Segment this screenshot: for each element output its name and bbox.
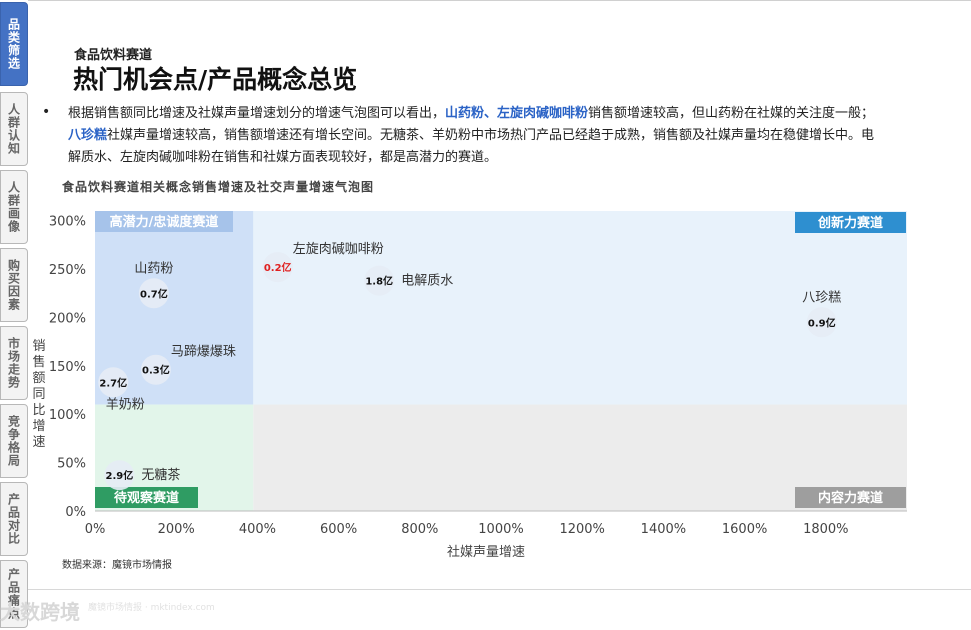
- x-tick-label: 600%: [320, 522, 357, 537]
- bubble-name-label: 八珍糕: [802, 290, 841, 305]
- para-text: 社媒声量增速较高，销售额增速还有增长空间。无糖茶、羊奶粉中市场热门产品已经趋于成…: [107, 128, 875, 143]
- y-axis-label: 销售额同比增速: [32, 339, 45, 450]
- bubble: [104, 460, 135, 491]
- data-source: 数据来源：魔镜市场情报: [62, 560, 172, 571]
- bubble-name-label: 左旋肉碱咖啡粉: [293, 242, 384, 257]
- bubble-value-label: 2.9亿: [106, 469, 134, 482]
- bubble-value-label: 0.9亿: [808, 316, 836, 329]
- footer-divider: [28, 589, 971, 590]
- x-tick-label: 1200%: [559, 522, 604, 537]
- y-tick-label: 300%: [49, 215, 86, 230]
- quadrant-bottom-right: [253, 404, 908, 511]
- x-tick-label: 200%: [158, 522, 195, 537]
- para-highlight: 山药粉、左旋肉碱咖啡粉: [445, 106, 589, 121]
- bubble: [138, 278, 169, 309]
- para-text: 销售额增速较高，但山药粉在社媒的关注度一般；: [588, 106, 875, 121]
- bubble-name-label: 马蹄爆爆珠: [171, 344, 236, 360]
- side-tab-6[interactable]: 竞争格局: [0, 404, 28, 478]
- bubble-value-label: 2.7亿: [99, 376, 127, 389]
- bubble-name-label: 无糖茶: [141, 467, 180, 483]
- watermark-logo: 大数跨境: [0, 600, 80, 624]
- quadrant-label-top-right: 创新力赛道: [817, 215, 883, 231]
- quadrant-label-bottom-right: 内容力赛道: [818, 490, 883, 506]
- para-text: 解质水、左旋肉碱咖啡粉在销售和社媒方面表现较好，都是高潜力的赛道。: [68, 150, 498, 165]
- frame-top-line: [28, 0, 971, 1]
- quadrant-bottom-left: [95, 404, 254, 511]
- bubble-name-label: 羊奶粉: [106, 396, 145, 412]
- bubble-name-label: 山药粉: [134, 261, 173, 276]
- bubble: [98, 367, 129, 398]
- watermark-text: 魔镜市场情报 · mktindex.com: [88, 603, 215, 613]
- quadrant-top-right: [253, 211, 908, 405]
- para-text: 根据销售额同比增速及社媒声量增速划分的增速气泡图可以看出，: [68, 106, 446, 121]
- quadrant-label-bottom-left-bg: [95, 487, 198, 508]
- y-tick-label: 250%: [49, 263, 86, 278]
- side-tab-2[interactable]: 人群认知: [0, 92, 28, 166]
- y-tick-label: 0%: [65, 505, 86, 520]
- bubble-value-label: 0.2亿: [264, 261, 292, 274]
- bubble: [806, 307, 837, 338]
- bubble-value-label: 1.8亿: [365, 275, 393, 288]
- y-tick-label: 200%: [49, 311, 86, 326]
- quadrant-label-top-left-bg: [95, 211, 233, 232]
- x-tick-label: 800%: [401, 522, 438, 537]
- quadrant-label-top-left: 高潜力/忠诚度赛道: [110, 214, 219, 230]
- bubble: [140, 354, 171, 385]
- side-tab-3[interactable]: 人群画像: [0, 170, 28, 244]
- x-tick-label: 0%: [85, 522, 106, 537]
- side-tab-7[interactable]: 产品对比: [0, 482, 28, 556]
- side-tab-5[interactable]: 市场走势: [0, 326, 28, 400]
- x-tick-label: 1000%: [478, 522, 523, 537]
- page-title: 热门机会点/产品概念总览: [73, 65, 358, 94]
- x-tick-label: 1400%: [641, 522, 686, 537]
- y-tick-label: 150%: [49, 360, 86, 375]
- x-axis-label: 社媒声量增速: [447, 544, 525, 560]
- chart-title: 食品饮料赛道相关概念销售增速及社交声量增速气泡图: [62, 180, 375, 194]
- quadrant-label-bottom-right-bg: [795, 487, 906, 508]
- x-tick-label: 400%: [239, 522, 276, 537]
- x-tick-label: 1800%: [803, 522, 848, 537]
- quadrant-label-top-right-bg: [795, 212, 906, 233]
- bubble-value-label: 0.3亿: [142, 364, 170, 377]
- side-tab-1[interactable]: 品类筛选: [0, 2, 28, 86]
- quadrant-top-left: [95, 211, 254, 405]
- quadrant-label-bottom-left: 待观察赛道: [113, 490, 179, 506]
- bubble-name-label: 电解质水: [401, 274, 453, 289]
- bubble: [364, 265, 395, 296]
- bubble: [262, 252, 293, 283]
- y-tick-label: 100%: [49, 408, 86, 423]
- bubble-value-label: 0.7亿: [140, 287, 168, 300]
- bullet-icon: •: [42, 104, 51, 120]
- y-tick-label: 50%: [57, 457, 86, 472]
- summary-paragraph: 根据销售额同比增速及社媒声量增速划分的增速气泡图可以看出，山药粉、左旋肉碱咖啡粉…: [68, 103, 948, 169]
- side-tab-4[interactable]: 购买因素: [0, 248, 28, 322]
- x-tick-label: 1600%: [722, 522, 767, 537]
- para-highlight: 八珍糕: [68, 128, 108, 143]
